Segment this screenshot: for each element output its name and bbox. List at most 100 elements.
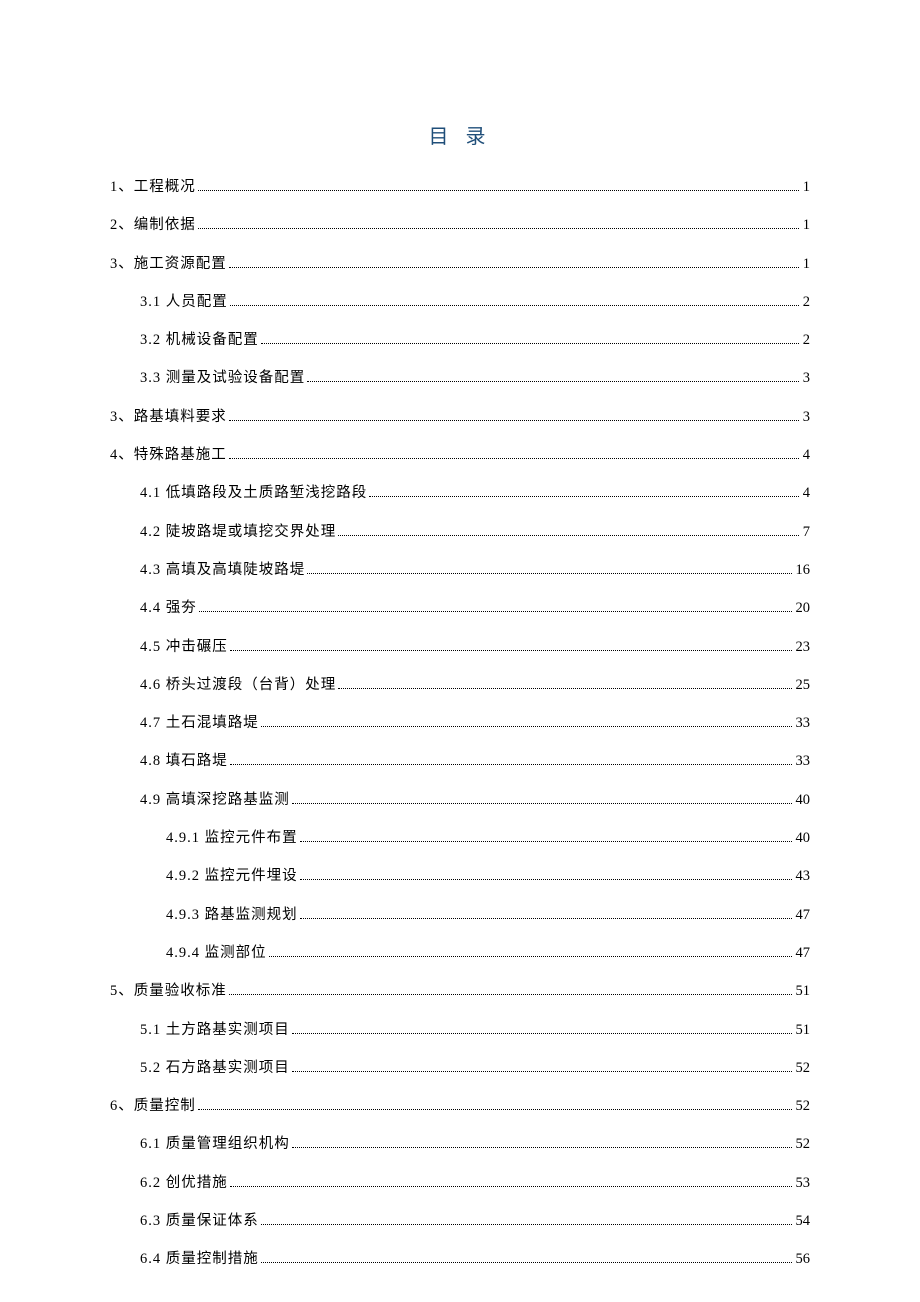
toc-entry[interactable]: 2、编制依据 1 [110,215,810,235]
toc-entry-label: 4.1 低填路段及土质路堑浅挖路段 [140,483,367,503]
toc-leader-dots [292,1071,792,1072]
toc-entry-page: 2 [803,330,810,350]
toc-entry-page: 33 [796,751,811,771]
toc-entry[interactable]: 4.9.3 路基监测规划 47 [110,905,810,925]
toc-entry-page: 54 [796,1211,811,1231]
toc-entry-label: 4.6 桥头过渡段（台背）处理 [140,675,336,695]
toc-leader-dots [307,573,791,574]
toc-leader-dots [261,726,792,727]
toc-leader-dots [229,458,799,459]
toc-entry[interactable]: 3.1 人员配置2 [110,292,810,312]
toc-entry[interactable]: 3.3 测量及试验设备配置3 [110,368,810,388]
toc-entry-label: 4.8 填石路堤 [140,751,228,771]
toc-entry-label: 4.9 高填深挖路基监测 [140,790,290,810]
toc-entry-page: 51 [796,1020,811,1040]
toc-entry-page: 47 [796,943,811,963]
toc-entry-page: 52 [796,1096,811,1116]
toc-leader-dots [230,764,792,765]
toc-entry-label: 3.1 人员配置 [140,292,228,312]
toc-leader-dots [198,1109,792,1110]
toc-entry-page: 53 [796,1173,811,1193]
toc-entry-label: 6、质量控制 [110,1096,196,1116]
toc-entry[interactable]: 4.4 强夯20 [110,598,810,618]
toc-leader-dots [229,420,799,421]
toc-entry[interactable]: 4.9.1 监控元件布置40 [110,828,810,848]
toc-entry-label: 4.2 陡坡路堤或填挖交界处理 [140,522,336,542]
toc-entry-label: 1、工程概况 [110,177,196,197]
toc-entry-page: 23 [796,637,811,657]
toc-leader-dots [261,1224,792,1225]
toc-entry-label: 4.9.4 监测部位 [166,943,267,963]
toc-leader-dots [338,535,799,536]
toc-leader-dots [261,1262,792,1263]
toc-entry-page: 47 [796,905,811,925]
toc-leader-dots [229,994,792,995]
toc-leader-dots [369,496,799,497]
toc-entry[interactable]: 4.9 高填深挖路基监测40 [110,790,810,810]
toc-entry-page: 4 [803,483,810,503]
toc-entry[interactable]: 4.1 低填路段及土质路堑浅挖路段 4 [110,483,810,503]
toc-entry[interactable]: 6.2 创优措施53 [110,1173,810,1193]
toc-entry[interactable]: 6.3 质量保证体系 54 [110,1211,810,1231]
toc-leader-dots [292,803,792,804]
toc-leader-dots [292,1147,792,1148]
toc-entry-label: 4.3 高填及高填陡坡路堤 [140,560,305,580]
toc-entry[interactable]: 6、质量控制 52 [110,1096,810,1116]
toc-entry-page: 4 [803,445,810,465]
toc-entry-label: 4.9.2 监控元件埋设 [166,866,298,886]
toc-entry-page: 3 [803,407,810,427]
toc-entry[interactable]: 4.9.2 监控元件埋设43 [110,866,810,886]
toc-entry-page: 52 [796,1058,811,1078]
toc-entry[interactable]: 3、路基填料要求 3 [110,407,810,427]
toc-entry-label: 6.3 质量保证体系 [140,1211,259,1231]
toc-entry-label: 4.9.3 路基监测规划 [166,905,298,925]
toc-entry[interactable]: 3.2 机械设备配置 2 [110,330,810,350]
toc-entry-label: 3、路基填料要求 [110,407,227,427]
toc-leader-dots [199,611,792,612]
toc-entry-label: 2、编制依据 [110,215,196,235]
toc-entry-label: 6.1 质量管理组织机构 [140,1134,290,1154]
toc-leader-dots [269,956,792,957]
toc-entry-page: 1 [803,215,810,235]
toc-entry[interactable]: 4、特殊路基施工4 [110,445,810,465]
toc-entry[interactable]: 5.2 石方路基实测项目52 [110,1058,810,1078]
toc-entry-label: 4.7 土石混填路堤 [140,713,259,733]
toc-entry[interactable]: 6.1 质量管理组织机构 52 [110,1134,810,1154]
toc-entry-label: 5、质量验收标准 [110,981,227,1001]
toc-entry[interactable]: 6.4 质量控制措施 56 [110,1249,810,1269]
toc-leader-dots [230,1186,792,1187]
toc-entry[interactable]: 4.8 填石路堤 33 [110,751,810,771]
toc-entry-page: 1 [803,177,810,197]
toc-entry-label: 4.5 冲击碾压 [140,637,228,657]
table-of-contents: 1、工程概况12、编制依据13、施工资源配置13.1 人员配置23.2 机械设备… [110,177,810,1270]
toc-leader-dots [230,305,799,306]
toc-entry[interactable]: 4.7 土石混填路堤33 [110,713,810,733]
toc-entry[interactable]: 1、工程概况 1 [110,177,810,197]
toc-entry-page: 7 [803,522,810,542]
toc-title: 目 录 [110,120,810,149]
toc-leader-dots [229,267,799,268]
toc-entry-label: 4.4 强夯 [140,598,197,618]
toc-entry[interactable]: 3、施工资源配置1 [110,254,810,274]
toc-entry-label: 3、施工资源配置 [110,254,227,274]
toc-entry-label: 5.1 土方路基实测项目 [140,1020,290,1040]
toc-entry-page: 25 [796,675,811,695]
toc-entry[interactable]: 5、质量验收标准 51 [110,981,810,1001]
toc-leader-dots [292,1033,792,1034]
toc-entry[interactable]: 4.9.4 监测部位 47 [110,943,810,963]
toc-leader-dots [198,190,799,191]
toc-entry[interactable]: 4.5 冲击碾压 23 [110,637,810,657]
toc-entry[interactable]: 5.1 土方路基实测项目 51 [110,1020,810,1040]
toc-entry-label: 6.4 质量控制措施 [140,1249,259,1269]
toc-entry[interactable]: 4.2 陡坡路堤或填挖交界处理 7 [110,522,810,542]
toc-leader-dots [230,650,792,651]
toc-entry-page: 40 [796,828,811,848]
toc-entry-page: 56 [796,1249,811,1269]
toc-entry-page: 51 [796,981,811,1001]
toc-entry[interactable]: 4.3 高填及高填陡坡路堤16 [110,560,810,580]
toc-leader-dots [307,381,799,382]
toc-entry-page: 52 [796,1134,811,1154]
toc-entry[interactable]: 4.6 桥头过渡段（台背）处理 25 [110,675,810,695]
toc-entry-label: 3.2 机械设备配置 [140,330,259,350]
toc-leader-dots [300,879,792,880]
